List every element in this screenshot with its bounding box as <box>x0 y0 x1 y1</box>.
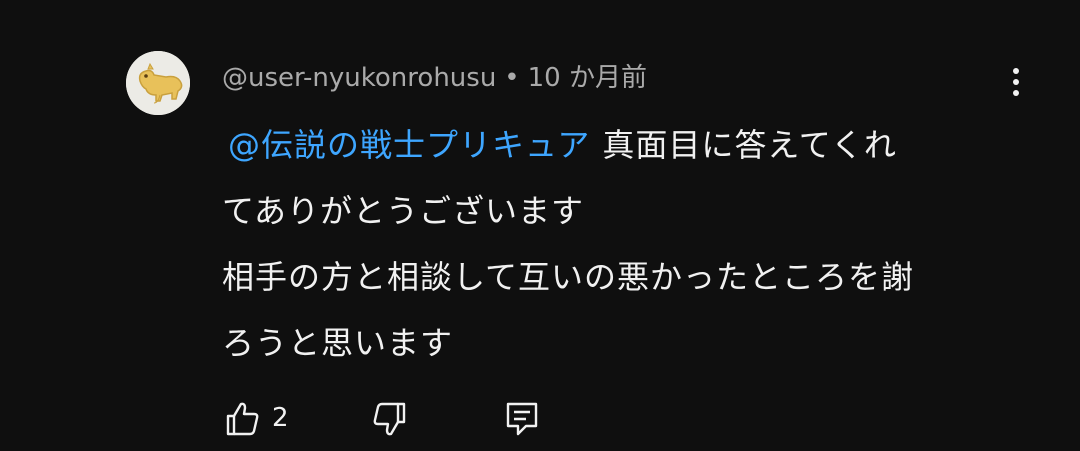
like-button[interactable]: 2 <box>222 396 289 440</box>
comment-line-1: @伝説の戦士プリキュア 真面目に答えてくれ <box>222 112 1012 178</box>
reply-comment-icon <box>506 402 538 436</box>
mention-link[interactable]: @伝説の戦士プリキュア <box>222 126 596 164</box>
comment-text: @伝説の戦士プリキュア 真面目に答えてくれ てありがとうございます 相手の方と相談… <box>222 112 1012 376</box>
dislike-button[interactable] <box>370 396 410 440</box>
like-count: 2 <box>272 403 289 433</box>
author-name[interactable]: @user-nyukonrohusu <box>222 63 496 93</box>
more-options-button[interactable] <box>1000 62 1032 102</box>
thumbs-up-icon <box>226 402 259 436</box>
comment: @user-nyukonrohusu • 10 か月前 @伝説の戦士プリキュア 真面目… <box>0 0 1080 451</box>
thumbs-down-icon <box>373 402 406 436</box>
dinosaur-avatar-icon <box>126 51 190 115</box>
reply-button[interactable] <box>502 396 542 440</box>
avatar[interactable] <box>126 51 190 115</box>
comment-line-3: 相手の方と相談して互いの悪かったところを謝 <box>222 258 915 296</box>
comment-line-4: ろうと思います <box>222 324 454 362</box>
comment-line-2: てありがとうございます <box>222 192 585 230</box>
comment-meta: @user-nyukonrohusu • 10 か月前 <box>222 60 647 96</box>
timestamp[interactable]: 10 か月前 <box>528 63 647 93</box>
comment-line-1-text: 真面目に答えてくれ <box>602 126 897 164</box>
meta-separator: • <box>504 63 520 93</box>
more-vert-icon <box>1013 68 1019 96</box>
